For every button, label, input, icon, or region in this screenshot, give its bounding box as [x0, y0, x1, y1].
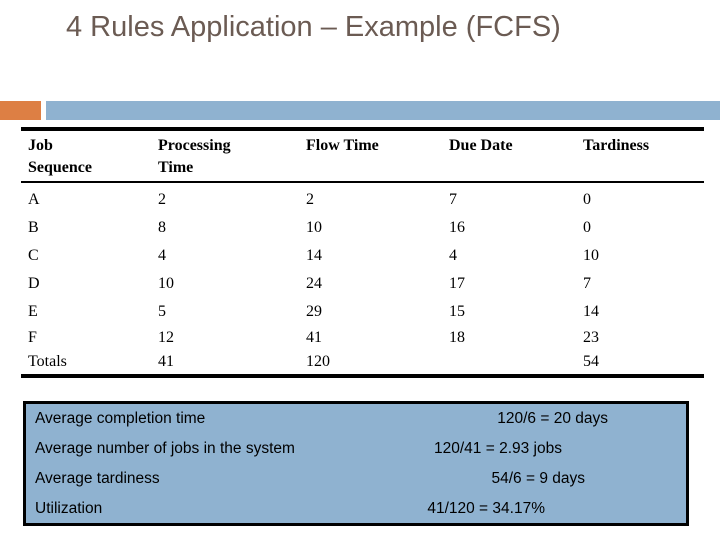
accent-line-decoration — [46, 101, 720, 120]
table-bottom-rule — [21, 374, 704, 378]
cell-tardiness: 0 — [583, 191, 591, 208]
cell-processing-time: 12 — [158, 329, 174, 346]
column-header-processing-time: Processing Time — [158, 131, 306, 181]
accent-square-decoration — [0, 101, 41, 120]
column-header-due-date: Due Date — [449, 137, 513, 154]
table-totals-row: Totals 41 120 54 — [21, 350, 704, 374]
summary-table: Average completion time 120/6 = 20 days Av… — [26, 404, 686, 524]
cell-flow-time: 24 — [306, 275, 322, 292]
cell-due-date: 17 — [449, 275, 465, 292]
summary-label: Average completion time — [35, 410, 206, 427]
column-header-processing-time-line2: Time — [158, 159, 194, 176]
cell-job-sequence: A — [28, 191, 40, 208]
cell-flow-time: 41 — [306, 329, 322, 346]
cell-flow-time: 14 — [306, 247, 322, 264]
summary-metrics-box: Average completion time 120/6 = 20 days Av… — [23, 401, 689, 526]
cell-job-sequence: D — [28, 275, 40, 292]
column-header-job-sequence-line2: Sequence — [28, 159, 92, 176]
table-header-row: Job Sequence Processing Time Flow Time D… — [21, 131, 704, 181]
cell-tardiness: 23 — [583, 329, 599, 346]
cell-processing-time: 4 — [158, 247, 166, 264]
summary-row: Utilization 41/120 = 34.17% — [26, 494, 686, 524]
table-body-section: A 2 2 7 0 B 8 10 16 0 C 4 14 4 10 D 10 24 17 7 E 5 29 15 14 F 12 41… — [21, 183, 704, 374]
totals-cell-flow-time: 120 — [306, 353, 330, 370]
cell-flow-time: 2 — [306, 191, 314, 208]
column-header-tardiness: Tardiness — [583, 137, 650, 154]
table-row: A 2 2 7 0 — [21, 183, 704, 214]
cell-processing-time: 2 — [158, 191, 166, 208]
column-header-flow-time: Flow Time — [306, 137, 379, 154]
summary-row: Average tardiness 54/6 = 9 days — [26, 464, 686, 494]
job-schedule-table: Job Sequence Processing Time Flow Time D… — [21, 127, 704, 378]
page-title: 4 Rules Application – Example (FCFS) — [66, 11, 561, 43]
table-row: D 10 24 17 7 — [21, 270, 704, 298]
cell-job-sequence: B — [28, 219, 39, 236]
cell-flow-time: 29 — [306, 303, 322, 320]
summary-label: Utilization — [35, 500, 103, 517]
cell-flow-time: 10 — [306, 219, 322, 236]
cell-job-sequence: E — [28, 303, 38, 320]
title-accent-bar — [0, 101, 720, 120]
summary-value: 54/6 = 9 days — [491, 470, 586, 487]
cell-tardiness: 7 — [583, 275, 591, 292]
summary-value: 41/120 = 34.17% — [427, 500, 545, 517]
summary-row: Average number of jobs in the system 120/… — [26, 434, 686, 464]
summary-value: 120/6 = 20 days — [497, 410, 608, 427]
summary-value: 120/41 = 2.93 jobs — [434, 440, 562, 457]
cell-due-date: 16 — [449, 219, 465, 236]
cell-processing-time: 8 — [158, 219, 166, 236]
cell-processing-time: 10 — [158, 275, 174, 292]
cell-tardiness: 10 — [583, 247, 599, 264]
cell-processing-time: 5 — [158, 303, 166, 320]
totals-cell-due-date — [449, 350, 583, 374]
table-row: C 4 14 4 10 — [21, 242, 704, 270]
summary-row: Average completion time 120/6 = 20 days — [26, 404, 686, 434]
summary-label: Average tardiness — [35, 470, 160, 487]
totals-cell-tardiness: 54 — [583, 353, 599, 370]
summary-label: Average number of jobs in the system — [35, 440, 295, 457]
cell-due-date: 7 — [449, 191, 457, 208]
cell-tardiness: 14 — [583, 303, 599, 320]
table-row: F 12 41 18 23 — [21, 326, 704, 350]
cell-due-date: 18 — [449, 329, 465, 346]
column-header-job-sequence: Job Sequence — [21, 131, 158, 181]
cell-due-date: 4 — [449, 247, 457, 264]
totals-cell-job-sequence: Totals — [28, 353, 67, 370]
table-header-section: Job Sequence Processing Time Flow Time D… — [21, 131, 704, 181]
totals-cell-processing-time: 41 — [158, 353, 174, 370]
table-row: E 5 29 15 14 — [21, 298, 704, 326]
cell-job-sequence: F — [28, 329, 37, 346]
column-header-processing-time-line1: Processing — [158, 137, 231, 154]
column-header-job-sequence-line1: Job — [28, 137, 53, 154]
table-row: B 8 10 16 0 — [21, 214, 704, 242]
cell-due-date: 15 — [449, 303, 465, 320]
cell-job-sequence: C — [28, 247, 39, 264]
cell-tardiness: 0 — [583, 219, 591, 236]
